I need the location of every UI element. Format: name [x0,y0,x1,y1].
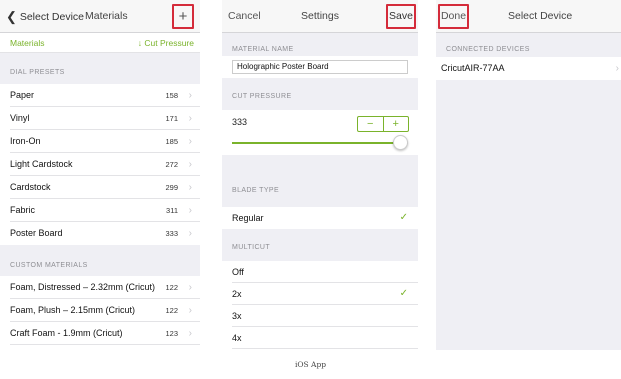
chevron-right-icon: › [188,228,192,239]
dial-preset-name: Vinyl [10,113,30,123]
multicut-option-row[interactable]: 3x [222,305,418,327]
materials-panel: ❮ Select Device Materials + Materials ↓ … [0,0,200,350]
chevron-right-icon: › [188,159,192,170]
dial-preset-row[interactable]: Iron-On 185 › [0,130,200,153]
blade-type-header: BLADE TYPE [232,187,280,194]
dial-preset-row[interactable]: Fabric 311 › [0,199,200,222]
cut-pressure-row: 333 − + [222,110,418,155]
decrement-button[interactable]: − [358,117,384,131]
dial-preset-name: Paper [10,90,35,100]
select-device-panel: Done Select Device CONNECTED DEVICES Cri… [436,0,621,350]
material-name-field[interactable]: Holographic Poster Board [232,60,408,74]
slider-thumb[interactable] [393,135,409,150]
dial-preset-value: 311 [166,206,178,215]
chevron-right-icon: › [188,305,192,316]
blade-type-value: Regular [232,213,264,223]
dial-preset-value: 333 [165,229,178,238]
dial-preset-row[interactable]: Light Cardstock 272 › [0,153,200,176]
device-row[interactable]: CricutAIR-77AA › [436,57,621,80]
chevron-left-icon: ❮ [6,9,17,24]
materials-filter-label[interactable]: Materials [10,38,44,48]
cut-pressure-slider[interactable] [232,135,409,150]
dial-presets-list: Paper 158 › Vinyl 171 › Iron-On 185 › Light Cards… [0,84,200,245]
custom-material-row[interactable]: Foam, Distressed – 2.32mm (Cricut) 122 › [0,276,200,299]
nav-title: Materials [85,10,128,22]
material-name-row: Holographic Poster Board [222,56,418,78]
custom-material-value: 122 [165,283,178,292]
chevron-right-icon: › [188,328,192,339]
dial-preset-name: Poster Board [10,228,63,238]
increment-button[interactable]: + [384,117,409,131]
dial-preset-value: 185 [165,137,178,146]
multicut-option-name: 4x [232,333,242,343]
chevron-right-icon: › [188,205,192,216]
multicut-option-name: 2x [232,289,242,299]
dial-presets-header: DIAL PRESETS [10,69,65,76]
settings-navbar: Cancel Settings Save [222,0,418,33]
multicut-option-name: 3x [232,311,242,321]
checkmark-icon: ✓ [399,212,408,223]
multicut-options-list: Off 2x ✓ 3x 4x 5x [222,261,418,350]
blade-type-row[interactable]: Regular ✓ [222,207,418,229]
multicut-header: MULTICUT [232,244,271,251]
device-name: CricutAIR-77AA [441,63,505,73]
dial-preset-value: 272 [165,160,178,169]
multicut-option-row[interactable]: 2x ✓ [222,283,418,305]
custom-material-name: Foam, Distressed – 2.32mm (Cricut) [10,282,156,292]
dial-preset-name: Light Cardstock [10,159,73,169]
custom-materials-header: CUSTOM MATERIALS [10,262,88,269]
figure-caption: iOS App [294,360,327,369]
save-button[interactable]: Save [386,4,416,29]
custom-material-row[interactable]: Cork Board, Adhesive Backed - 1.6...135› [0,345,200,350]
device-navbar: Done Select Device [436,0,621,33]
custom-material-row[interactable]: Foam, Plush – 2.15mm (Cricut) 122 › [0,299,200,322]
back-label: Select Device [19,11,85,23]
multicut-option-row[interactable]: 4x [222,327,418,349]
custom-material-value: 123 [165,329,178,338]
dial-preset-value: 171 [165,114,178,123]
slider-fill [232,142,405,144]
done-button[interactable]: Done [438,4,469,29]
sort-cut-pressure-button[interactable]: ↓ Cut Pressure [138,38,194,48]
settings-panel: Cancel Settings Save MATERIAL NAME Holog… [222,0,418,350]
chevron-right-icon: › [189,345,192,350]
add-material-button[interactable]: + [172,4,194,29]
custom-material-row[interactable]: Craft Foam - 1.9mm (Cricut) 123 › [0,322,200,345]
cut-pressure-header: CUT PRESSURE [232,93,292,100]
device-title: Select Device [508,10,573,22]
plus-icon: + [178,8,188,25]
cancel-button[interactable]: Cancel [228,0,261,33]
connected-devices-header: CONNECTED DEVICES [446,46,530,53]
custom-material-value: 135 [165,345,178,350]
dial-preset-row[interactable]: Paper 158 › [0,84,200,107]
multicut-option-row[interactable]: 5x [222,349,418,350]
dial-preset-row[interactable]: Cardstock 299 › [0,176,200,199]
chevron-right-icon: › [615,63,619,74]
dial-preset-name: Cardstock [10,182,51,192]
materials-subheader: Materials ↓ Cut Pressure [0,33,200,53]
chevron-right-icon: › [188,90,192,101]
multicut-option-name: Off [232,267,244,277]
material-name-header: MATERIAL NAME [232,46,294,53]
custom-material-name: Foam, Plush – 2.15mm (Cricut) [10,305,136,315]
custom-materials-list: Foam, Distressed – 2.32mm (Cricut) 122 › Fo… [0,276,200,350]
dial-preset-row[interactable]: Vinyl 171 › [0,107,200,130]
custom-material-value: 122 [165,306,178,315]
checkmark-icon: ✓ [399,288,408,299]
dial-preset-value: 299 [165,183,178,192]
dial-preset-name: Fabric [10,205,36,215]
custom-material-name: Craft Foam - 1.9mm (Cricut) [10,328,123,338]
cut-pressure-stepper: − + [357,116,409,132]
chevron-right-icon: › [188,182,192,193]
dial-preset-name: Iron-On [10,136,41,146]
cut-pressure-value: 333 [232,117,248,127]
back-button[interactable]: ❮ Select Device [6,0,84,33]
dial-preset-value: 158 [165,91,178,100]
materials-navbar: ❮ Select Device Materials + [0,0,200,33]
multicut-option-row[interactable]: Off [222,261,418,283]
chevron-right-icon: › [188,113,192,124]
chevron-right-icon: › [188,136,192,147]
dial-preset-row[interactable]: Poster Board 333 › [0,222,200,245]
chevron-right-icon: › [188,282,192,293]
